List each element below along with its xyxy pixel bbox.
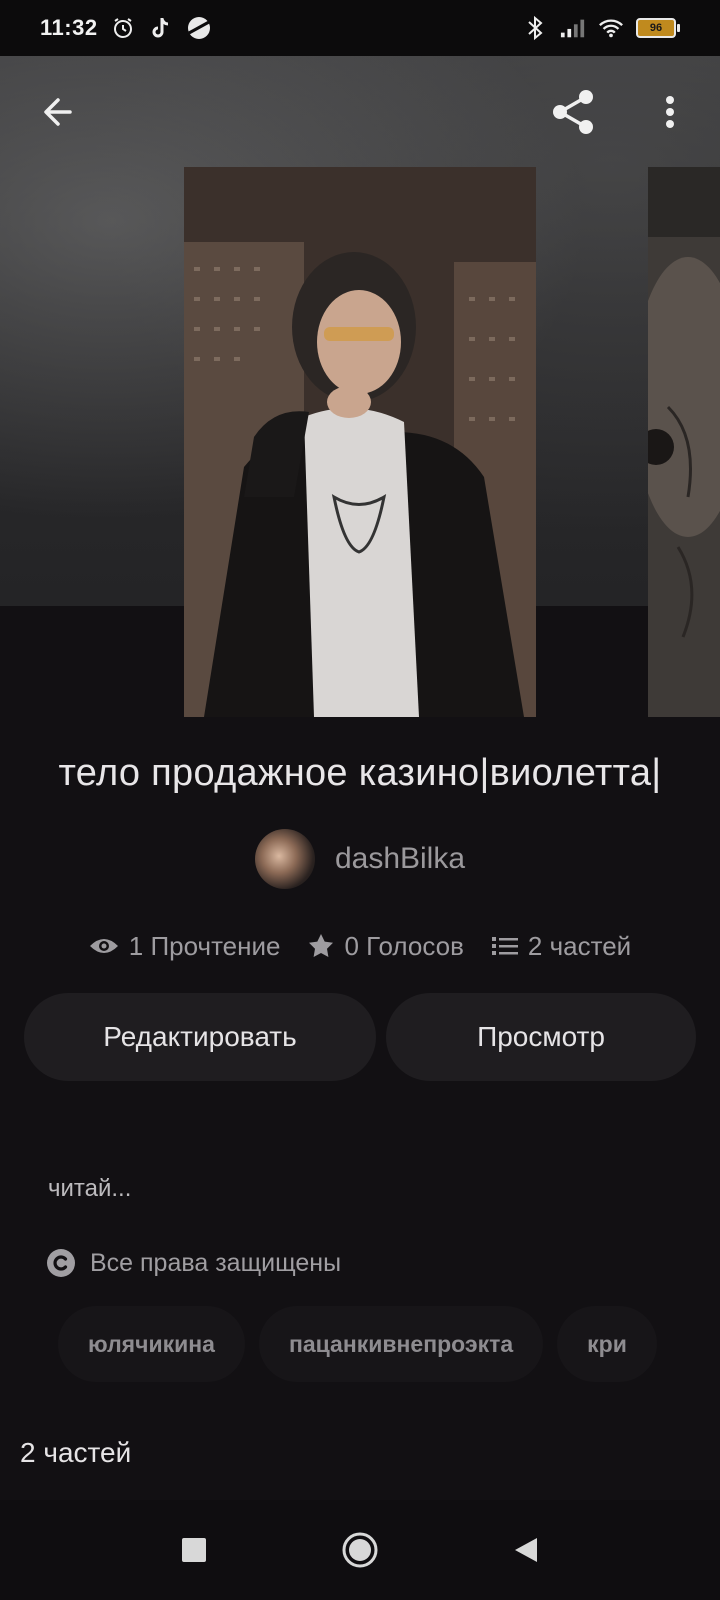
planet-icon [186, 15, 212, 41]
copyright-icon [47, 1249, 75, 1277]
nav-back-button[interactable] [498, 1522, 554, 1578]
status-bar: 11:32 96 [0, 0, 720, 56]
status-bar-right: 96 [522, 15, 680, 41]
parts-heading: 2 частей [20, 1437, 132, 1468]
battery-icon: 96 [636, 18, 680, 38]
parts-count: 2 частей [527, 930, 632, 961]
reads-count: 1 Прочтение [128, 930, 281, 961]
square-icon [182, 1538, 206, 1562]
alarm-icon [110, 15, 136, 41]
story-title: тело продажное казино|виолетта| [58, 752, 662, 794]
circle-icon [342, 1532, 378, 1568]
top-bar [0, 72, 720, 152]
tags-row: юлячикина пацанкивнепроэкта кри [0, 1305, 720, 1383]
arrow-left-icon [44, 98, 72, 126]
share-button[interactable] [546, 84, 602, 140]
preview-button[interactable]: Просмотр [386, 993, 696, 1081]
system-nav-bar [0, 1500, 720, 1600]
votes-count: 0 Голосов [344, 930, 464, 961]
tag-chip[interactable]: кри [557, 1306, 657, 1382]
share-icon [553, 90, 593, 134]
more-options-button[interactable] [642, 84, 698, 140]
home-button[interactable] [332, 1522, 388, 1578]
signal-icon [560, 15, 586, 41]
triangle-back-icon [515, 1538, 537, 1562]
story-description: читай... [48, 1175, 132, 1202]
next-story-cover[interactable] [648, 167, 720, 717]
cover-photo [184, 167, 536, 717]
tag-chip[interactable]: пацанкивнепроэкта [258, 1306, 544, 1382]
next-cover-photo [648, 167, 720, 717]
clock: 11:32 [40, 15, 98, 40]
wifi-icon [598, 15, 624, 41]
tiktok-icon [148, 15, 174, 41]
list-icon [491, 937, 518, 955]
avatar [254, 829, 315, 889]
more-vertical-icon [666, 96, 674, 128]
bluetooth-icon [522, 15, 548, 41]
back-button[interactable] [30, 84, 86, 140]
story-stats: 1 Прочтение 0 Голосов 2 частей [0, 926, 720, 966]
status-bar-left: 11:32 [40, 15, 212, 41]
votes-stat: 0 Голосов [308, 930, 464, 962]
author-name: dashBilka [334, 842, 466, 875]
copyright-notice: Все права защищены [46, 1248, 341, 1278]
story-cover-image[interactable] [184, 167, 536, 717]
parts-stat: 2 частей [491, 930, 632, 962]
eye-icon [89, 939, 118, 953]
star-icon [309, 934, 334, 957]
copyright-text: Все права защищены [90, 1248, 342, 1277]
tag-chip[interactable]: юлячикина [58, 1306, 245, 1382]
author-link[interactable]: dashBilka [0, 828, 720, 890]
edit-button[interactable]: Редактировать [24, 993, 376, 1081]
recents-button[interactable] [166, 1522, 222, 1578]
reads-stat: 1 Прочтение [89, 930, 281, 962]
battery-level: 96 [636, 18, 676, 38]
